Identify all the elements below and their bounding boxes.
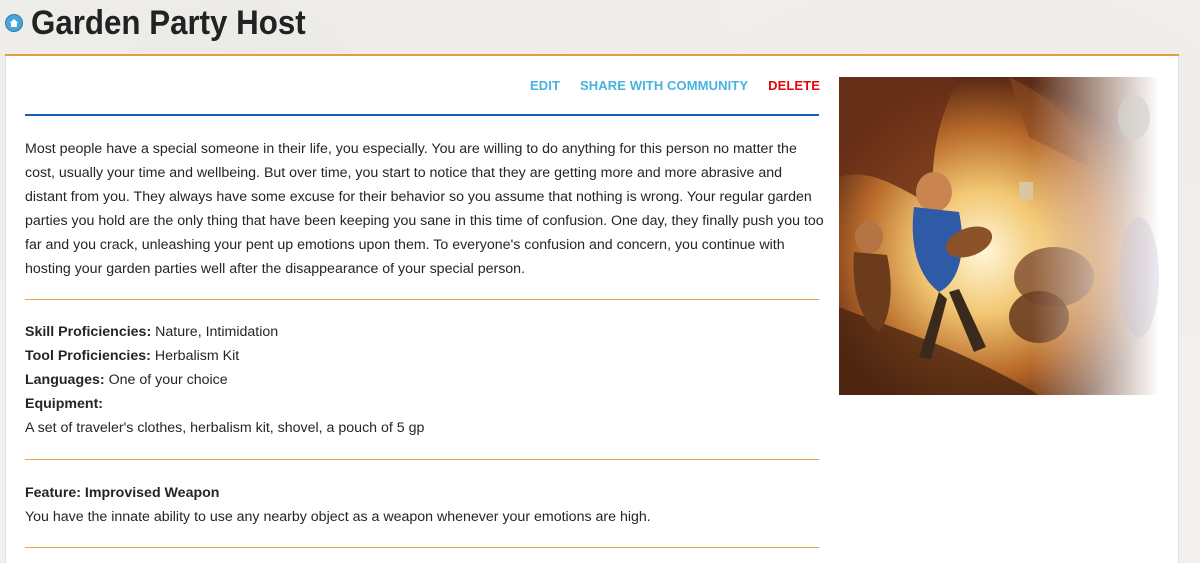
tool-proficiencies-label: Tool Proficiencies: bbox=[25, 348, 151, 364]
skill-proficiencies-label: Skill Proficiencies: bbox=[25, 324, 152, 340]
languages-label: Languages: bbox=[25, 372, 105, 388]
share-with-community-link[interactable]: SHARE WITH COMMUNITY bbox=[580, 78, 748, 94]
feature-description: You have the innate ability to use any n… bbox=[25, 509, 651, 525]
tavern-scene-illustration bbox=[839, 77, 1159, 395]
languages: Languages: One of your choice bbox=[25, 368, 228, 392]
skill-proficiencies: Skill Proficiencies: Nature, Intimidatio… bbox=[25, 320, 278, 344]
edit-link[interactable]: EDIT bbox=[530, 78, 560, 94]
section-divider bbox=[25, 459, 819, 460]
action-links: EDIT SHARE WITH COMMUNITY DELETE bbox=[530, 78, 820, 94]
background-artwork bbox=[839, 77, 1159, 395]
section-divider bbox=[25, 299, 819, 300]
tool-proficiencies-value: Herbalism Kit bbox=[150, 348, 240, 364]
languages-value: One of your choice bbox=[104, 372, 228, 388]
equipment-value: A set of traveler's clothes, herbalism k… bbox=[25, 420, 425, 436]
page-header: Garden Party Host bbox=[0, 0, 1200, 56]
home-icon[interactable] bbox=[5, 14, 23, 32]
equipment-heading: Equipment: bbox=[25, 392, 103, 416]
feature-title: Feature: Improvised Weapon bbox=[25, 481, 219, 505]
skill-proficiencies-value: Nature, Intimidation bbox=[151, 324, 279, 340]
page-title: Garden Party Host bbox=[31, 4, 306, 42]
actions-divider bbox=[25, 114, 819, 116]
section-divider bbox=[25, 547, 819, 548]
tool-proficiencies: Tool Proficiencies: Herbalism Kit bbox=[25, 344, 239, 368]
home-glyph bbox=[9, 19, 19, 27]
equipment-label: Equipment: bbox=[25, 396, 104, 412]
feature-title-text: Feature: Improvised Weapon bbox=[25, 485, 220, 501]
background-description: Most people have a special someone in th… bbox=[25, 141, 824, 277]
delete-link[interactable]: DELETE bbox=[768, 78, 820, 94]
